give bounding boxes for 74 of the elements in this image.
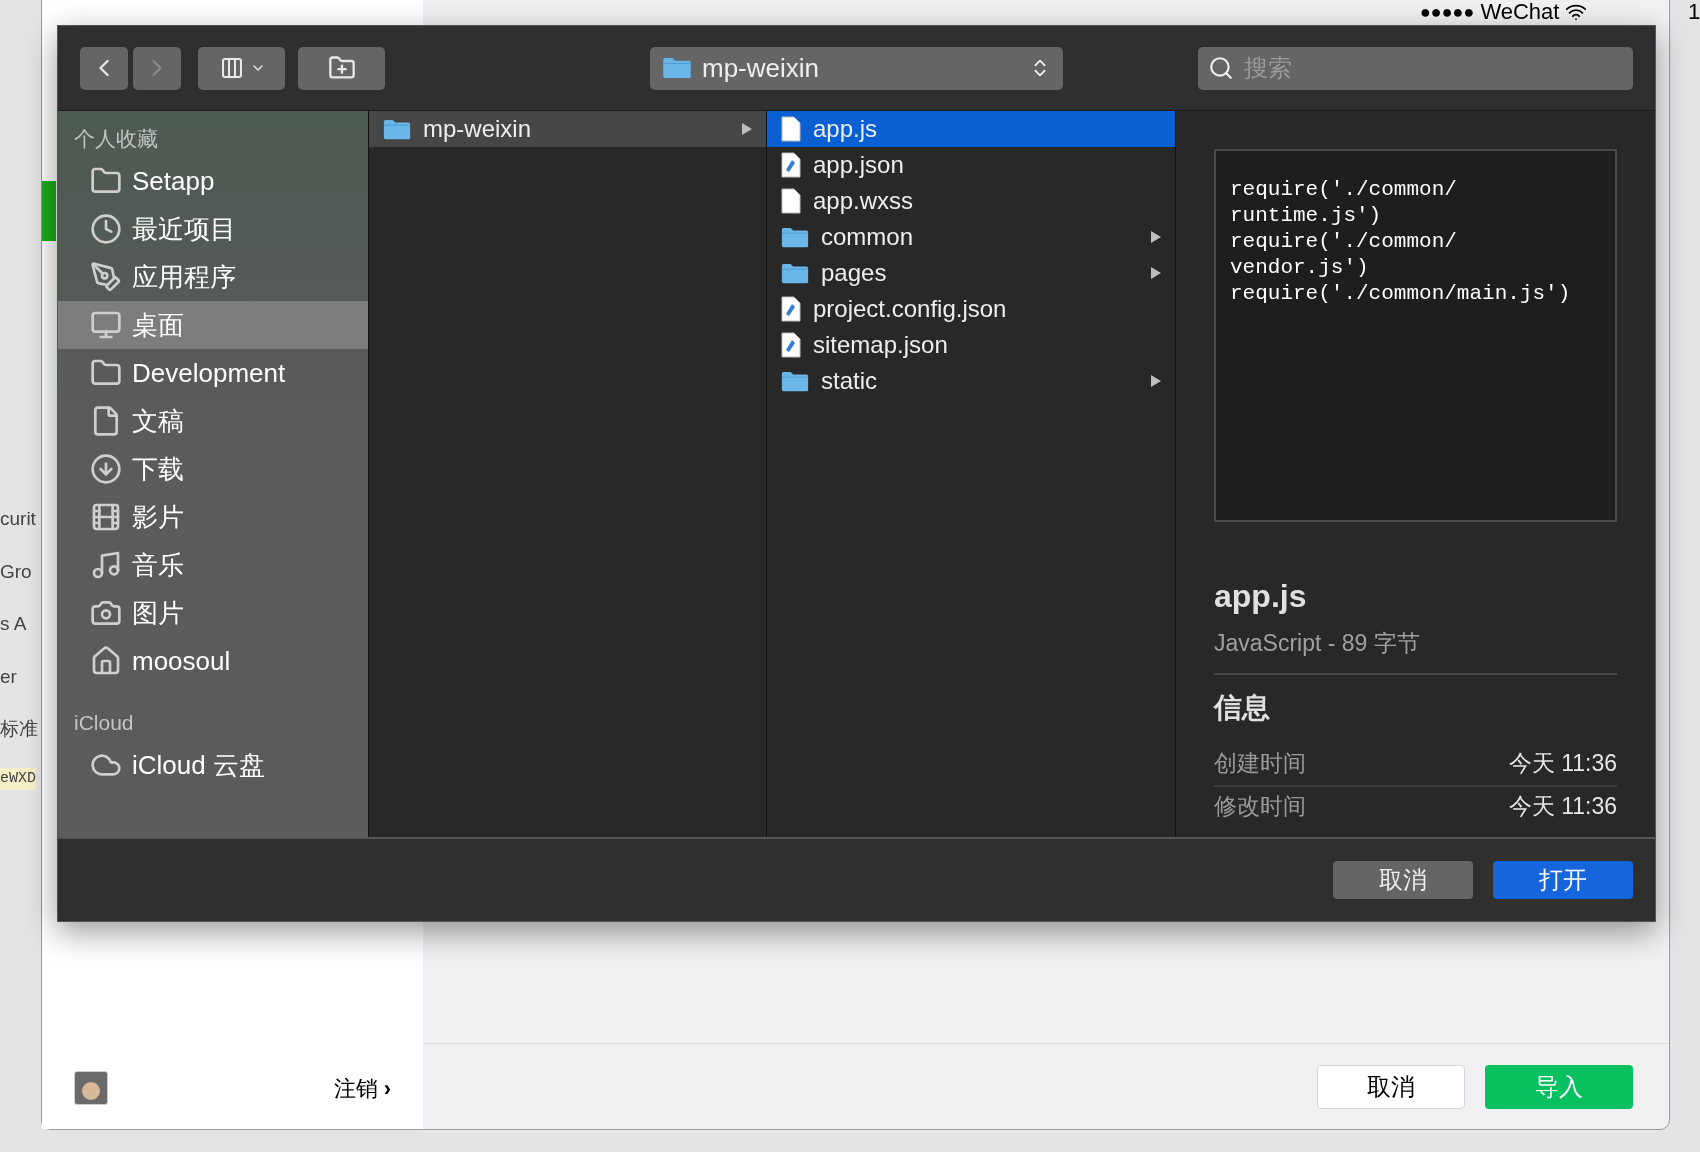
file-row[interactable]: common [767,219,1175,255]
folder-icon [781,370,809,392]
sidebar-item[interactable]: Setapp [58,157,368,205]
code-line: require('./common/main.js') [1230,281,1572,307]
file-row[interactable]: app.js [767,111,1175,147]
background-text: curit [0,507,36,531]
code-line: vendor.js') [1230,255,1370,281]
file-row[interactable]: static [767,363,1175,399]
file-row[interactable]: app.json [767,147,1175,183]
file-row[interactable]: pages [767,255,1175,291]
background-text: er [0,664,17,689]
folder-icon [662,57,692,79]
document-icon [781,116,801,142]
avatar [74,1071,108,1105]
pen-icon [90,261,122,293]
location-dropdown[interactable]: mp-weixin [650,46,1063,90]
open-button[interactable]: 打开 [1493,861,1633,899]
code-document-icon [781,296,801,322]
signal-dots: ●●●●● [1420,1,1475,24]
sidebar-item[interactable]: 应用程序 [58,253,368,301]
view-mode-button[interactable] [198,46,285,90]
new-folder-button[interactable] [298,46,385,90]
sidebar-item[interactable]: 图片 [58,589,368,637]
file-name: app.js [1214,577,1308,616]
status-time: 1 [1688,0,1700,24]
search-icon [1208,54,1234,81]
code-line: require('./common/ [1230,229,1458,255]
monitor-icon [90,309,122,341]
download-icon [90,453,122,485]
code-line: runtime.js') [1230,203,1383,229]
background-text: s A [0,612,27,636]
sidebar-section-title: iCloud [73,710,135,737]
code-document-icon [781,152,801,178]
file-row[interactable]: project.config.json [767,291,1175,327]
house-icon [90,645,122,677]
music-note-icon [90,549,122,581]
file-row[interactable]: mp-weixin [369,111,766,147]
folder-icon [781,226,809,248]
back-button[interactable] [80,46,128,90]
sidebar-item[interactable]: 桌面 [58,301,368,349]
sidebar-item[interactable]: 最近项目 [58,205,368,253]
file-row[interactable]: sitemap.json [767,327,1175,363]
logout-link[interactable]: 注销 › [333,1071,391,1105]
film-icon [90,501,122,533]
sidebar-item[interactable]: 音乐 [58,541,368,589]
code-document-icon [781,332,801,358]
folder-icon [383,118,411,140]
sidebar-item[interactable]: 下载 [58,445,368,493]
file-row[interactable]: app.wxss [767,183,1175,219]
cancel-button[interactable]: 取消 [1317,1064,1465,1109]
info-value: 今天 11:36 [1508,792,1617,822]
info-label: 创建时间 [1214,749,1306,779]
sidebar-item[interactable]: moosoul [58,637,368,685]
code-line: require('./common/ [1230,177,1458,203]
selection-indicator [42,181,56,241]
info-label: 修改时间 [1214,792,1306,822]
sidebar-item[interactable]: 影片 [58,493,368,541]
clock-icon [90,213,122,245]
document-icon [781,188,801,214]
sidebar-item[interactable]: iCloud 云盘 [58,741,368,789]
folder-icon [781,262,809,284]
sidebar-item[interactable]: Development [58,349,368,397]
cancel-button[interactable]: 取消 [1333,861,1473,899]
info-value: 今天 11:36 [1508,749,1617,779]
info-heading: 信息 [1214,690,1271,725]
background-text: 标准 [0,717,38,741]
sidebar-item[interactable]: 文稿 [58,397,368,445]
file-type: JavaScript - 89 字节 [1214,629,1421,658]
folder-plus-icon [326,54,357,82]
carrier-name: WeChat [1480,0,1560,24]
sidebar-section-title: 个人收藏 [73,126,159,153]
background-text: eWXD [0,767,36,790]
forward-button[interactable] [133,46,181,90]
background-text: Gro [0,559,32,584]
